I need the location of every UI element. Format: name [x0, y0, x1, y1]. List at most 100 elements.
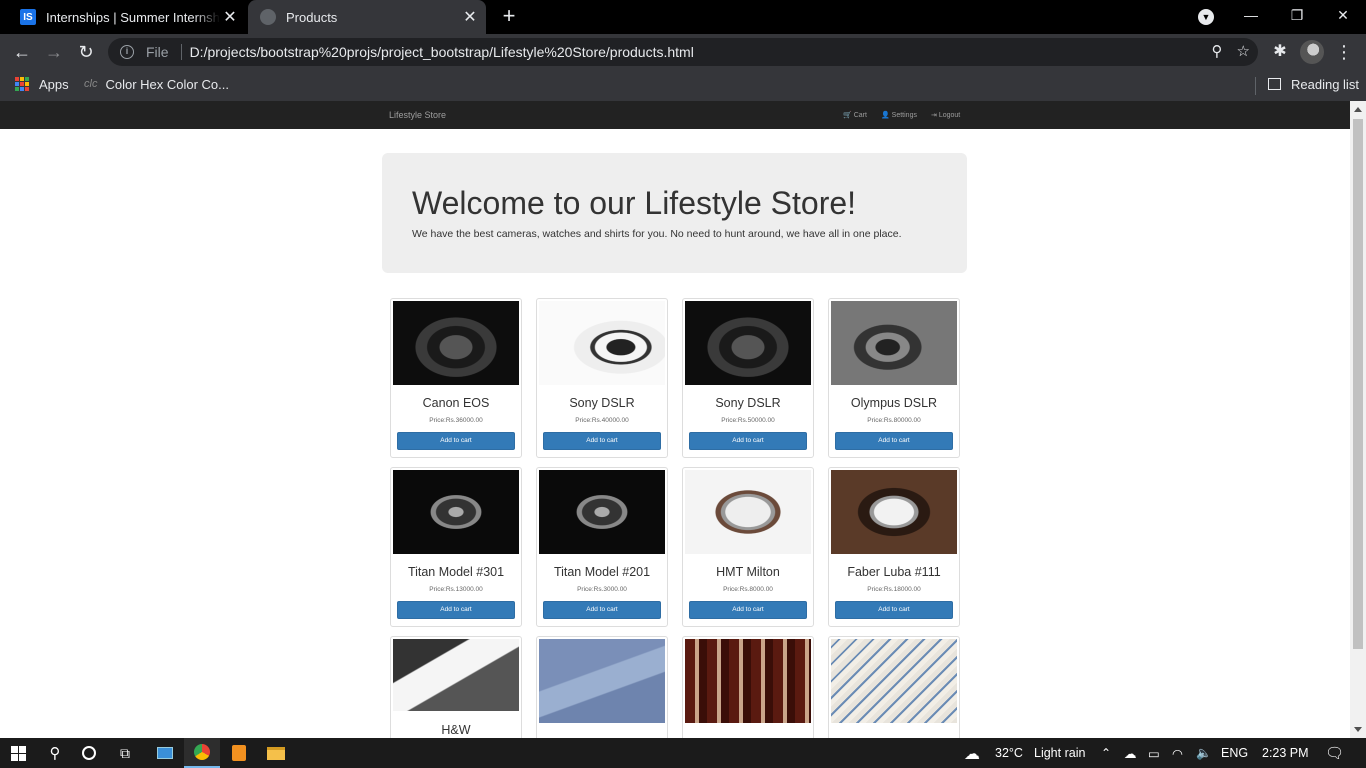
minimize-button[interactable]: — — [1228, 0, 1274, 32]
colorhex-favicon-icon: clc — [84, 78, 98, 90]
tab-products[interactable]: Products ✕ — [248, 0, 486, 34]
reading-list-button[interactable]: Reading list — [1268, 70, 1359, 98]
product-card — [828, 636, 960, 738]
product-card — [682, 636, 814, 738]
back-arrow-icon[interactable]: ← — [10, 40, 34, 64]
close-tab-icon[interactable]: ✕ — [460, 7, 480, 27]
task-view-icon[interactable]: ⧉ — [108, 738, 142, 768]
zoom-icon[interactable]: ⚲ — [1212, 42, 1223, 60]
weather-cloud-icon[interactable]: ☁ — [964, 744, 980, 764]
product-card — [536, 636, 668, 738]
product-card: Faber Luba #111 Price:Rs.18000.00 Add to c… — [828, 467, 960, 627]
profile-avatar[interactable] — [1300, 40, 1324, 64]
chevron-up-icon[interactable]: ⌃ — [1101, 746, 1111, 760]
add-to-cart-button[interactable]: Add to cart — [689, 432, 807, 450]
product-name: Sony DSLR — [569, 396, 635, 410]
product-price: Price:Rs.18000.00 — [867, 586, 921, 593]
bookmark-star-icon[interactable]: ☆ — [1237, 42, 1250, 60]
scroll-down-icon[interactable] — [1354, 727, 1362, 732]
product-image[interactable] — [393, 301, 519, 385]
desktop-app-icon[interactable] — [147, 738, 183, 768]
close-tab-icon[interactable]: ✕ — [220, 7, 240, 27]
product-image[interactable] — [539, 301, 665, 385]
add-to-cart-button[interactable]: Add to cart — [397, 432, 515, 450]
info-icon[interactable]: i — [120, 45, 134, 59]
nav-settings[interactable]: 👤 Settings — [881, 111, 917, 119]
product-image[interactable] — [393, 639, 519, 711]
add-to-cart-button[interactable]: Add to cart — [689, 601, 807, 619]
product-image[interactable] — [539, 639, 665, 723]
page-scrollbar[interactable] — [1350, 101, 1366, 738]
apps-grid-icon — [15, 77, 29, 91]
extensions-puzzle-icon[interactable]: ✱ — [1268, 40, 1292, 64]
search-icon[interactable]: ⚲ — [38, 738, 72, 768]
nav-label: Cart — [853, 112, 867, 119]
product-card: Olympus DSLR Price:Rs.80000.00 Add to cart — [828, 298, 960, 458]
cortana-icon[interactable] — [72, 738, 106, 768]
close-window-button[interactable]: ✕ — [1320, 0, 1366, 32]
product-image[interactable] — [539, 470, 665, 554]
weather-description[interactable]: Light rain — [1034, 746, 1085, 760]
product-image[interactable] — [685, 301, 811, 385]
product-name: H&W — [441, 723, 471, 737]
nav-label: Logout — [938, 112, 961, 119]
product-name: Sony DSLR — [715, 396, 781, 410]
product-card: Sony DSLR Price:Rs.40000.00 Add to cart — [536, 298, 668, 458]
jumbotron: Welcome to our Lifestyle Store! We have … — [382, 153, 967, 273]
windows-taskbar: ⚲ ⧉ ☁ 32°C Light rain ⌃ ☁ ▭ ◠ 🔈 ENG 2:23… — [0, 738, 1366, 768]
add-to-cart-button[interactable]: Add to cart — [543, 432, 661, 450]
address-bar[interactable]: i File D:/projects/bootstrap%20projs/pro… — [108, 38, 1258, 66]
product-image[interactable] — [831, 639, 957, 723]
globe-icon — [260, 9, 276, 25]
bookmark-apps[interactable]: Apps — [15, 70, 69, 98]
menu-kebab-icon[interactable]: ⋮ — [1332, 40, 1356, 64]
product-image[interactable] — [831, 470, 957, 554]
url-text[interactable]: D:/projects/bootstrap%20projs/project_bo… — [190, 44, 694, 60]
nav-cart[interactable]: 🛒 Cart — [843, 111, 867, 119]
product-card: Sony DSLR Price:Rs.50000.00 Add to cart — [682, 298, 814, 458]
new-tab-button[interactable]: + — [498, 5, 520, 27]
battery-icon[interactable]: ▭ — [1148, 746, 1160, 761]
forward-arrow-icon[interactable]: → — [42, 40, 66, 64]
logout-icon: ⇥ — [930, 112, 937, 119]
add-to-cart-button[interactable]: Add to cart — [835, 432, 953, 450]
reload-icon[interactable]: ↻ — [74, 40, 98, 64]
product-price: Price:Rs.3000.00 — [577, 586, 627, 593]
weather-temp[interactable]: 32°C — [995, 746, 1023, 760]
bookmark-label: Color Hex Color Co... — [105, 76, 229, 92]
chrome-taskbar-icon[interactable] — [184, 738, 220, 768]
bookmark-color-hex[interactable]: clc Color Hex Color Co... — [84, 70, 229, 98]
file-explorer-icon[interactable] — [258, 738, 294, 768]
clock[interactable]: 2:23 PM — [1262, 746, 1309, 760]
product-price: Price:Rs.40000.00 — [575, 417, 629, 424]
volume-icon[interactable]: 🔈 — [1196, 746, 1212, 761]
scroll-thumb[interactable] — [1353, 119, 1363, 649]
product-image[interactable] — [393, 470, 519, 554]
product-name: Olympus DSLR — [850, 396, 938, 410]
product-name: Titan Model #301 — [407, 565, 505, 579]
product-image[interactable] — [831, 301, 957, 385]
product-name: Faber Luba #111 — [847, 565, 941, 579]
scroll-up-icon[interactable] — [1354, 107, 1362, 112]
start-button[interactable] — [0, 738, 36, 768]
product-image[interactable] — [685, 470, 811, 554]
divider — [1255, 77, 1256, 95]
add-to-cart-button[interactable]: Add to cart — [835, 601, 953, 619]
page-title: Welcome to our Lifestyle Store! — [412, 185, 857, 221]
product-image[interactable] — [685, 639, 811, 723]
language-indicator[interactable]: ENG — [1221, 746, 1248, 760]
notifications-icon[interactable]: 🗨 — [1325, 744, 1344, 762]
product-price: Price:Rs.80000.00 — [867, 417, 921, 424]
browser-tab-strip: IS Internships | Summer Internship 2 ✕ P… — [0, 0, 1366, 34]
add-to-cart-button[interactable]: Add to cart — [397, 601, 515, 619]
add-to-cart-button[interactable]: Add to cart — [543, 601, 661, 619]
restore-button[interactable]: ❐ — [1274, 0, 1320, 32]
tab-search-icon[interactable]: ▼ — [1198, 9, 1214, 25]
onedrive-icon[interactable]: ☁ — [1124, 746, 1137, 761]
sublime-text-icon[interactable] — [221, 738, 257, 768]
nav-logout[interactable]: ⇥ Logout — [931, 111, 960, 119]
wifi-icon[interactable]: ◠ — [1172, 746, 1183, 761]
site-brand[interactable]: Lifestyle Store — [389, 110, 446, 120]
tab-internships[interactable]: IS Internships | Summer Internship 2 ✕ — [8, 0, 246, 34]
jumbotron-text: We have the best cameras, watches and sh… — [412, 228, 902, 240]
